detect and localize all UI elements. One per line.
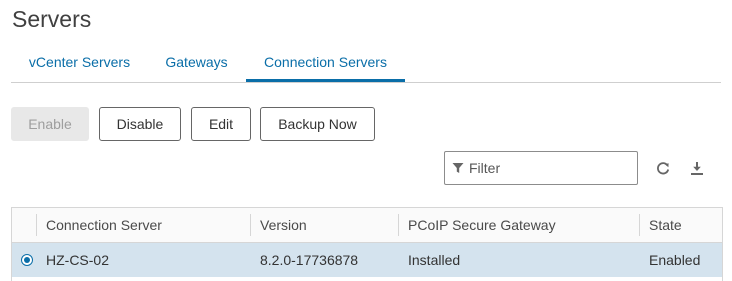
cell-version: 8.2.0-17736878 [260, 252, 359, 268]
page-title: Servers [12, 6, 92, 32]
refresh-icon[interactable] [655, 160, 671, 176]
filter-input[interactable] [469, 158, 629, 178]
filter-icon [452, 163, 464, 173]
connection-servers-grid: Connection Server Version PCoIP Secure G… [11, 207, 723, 281]
column-header-state[interactable]: State [639, 208, 722, 242]
column-header-version[interactable]: Version [250, 208, 398, 242]
disable-button[interactable]: Disable [99, 107, 181, 141]
column-header-connection-server[interactable]: Connection Server [36, 208, 250, 242]
filter-box [444, 151, 638, 185]
grid-header: Connection Server Version PCoIP Secure G… [12, 208, 722, 243]
enable-button[interactable]: Enable [11, 107, 89, 141]
column-header-pcoip-secure-gateway[interactable]: PCoIP Secure Gateway [398, 208, 639, 242]
radio-selected-icon[interactable] [21, 254, 33, 266]
cell-state: Enabled [649, 252, 701, 268]
backup-now-button[interactable]: Backup Now [260, 107, 375, 141]
cell-pcoip-secure-gateway: Installed [408, 252, 461, 268]
download-icon[interactable] [689, 160, 705, 176]
tab-connection-servers[interactable]: Connection Servers [246, 46, 405, 82]
edit-button[interactable]: Edit [191, 107, 251, 141]
tab-vcenter-servers[interactable]: vCenter Servers [11, 46, 148, 82]
tab-bar: vCenter Servers Gateways Connection Serv… [11, 46, 721, 83]
table-row[interactable]: HZ-CS-02 8.2.0-17736878 Installed Enable… [12, 243, 722, 277]
tab-gateways[interactable]: Gateways [148, 46, 245, 82]
cell-connection-server: HZ-CS-02 [46, 252, 110, 268]
